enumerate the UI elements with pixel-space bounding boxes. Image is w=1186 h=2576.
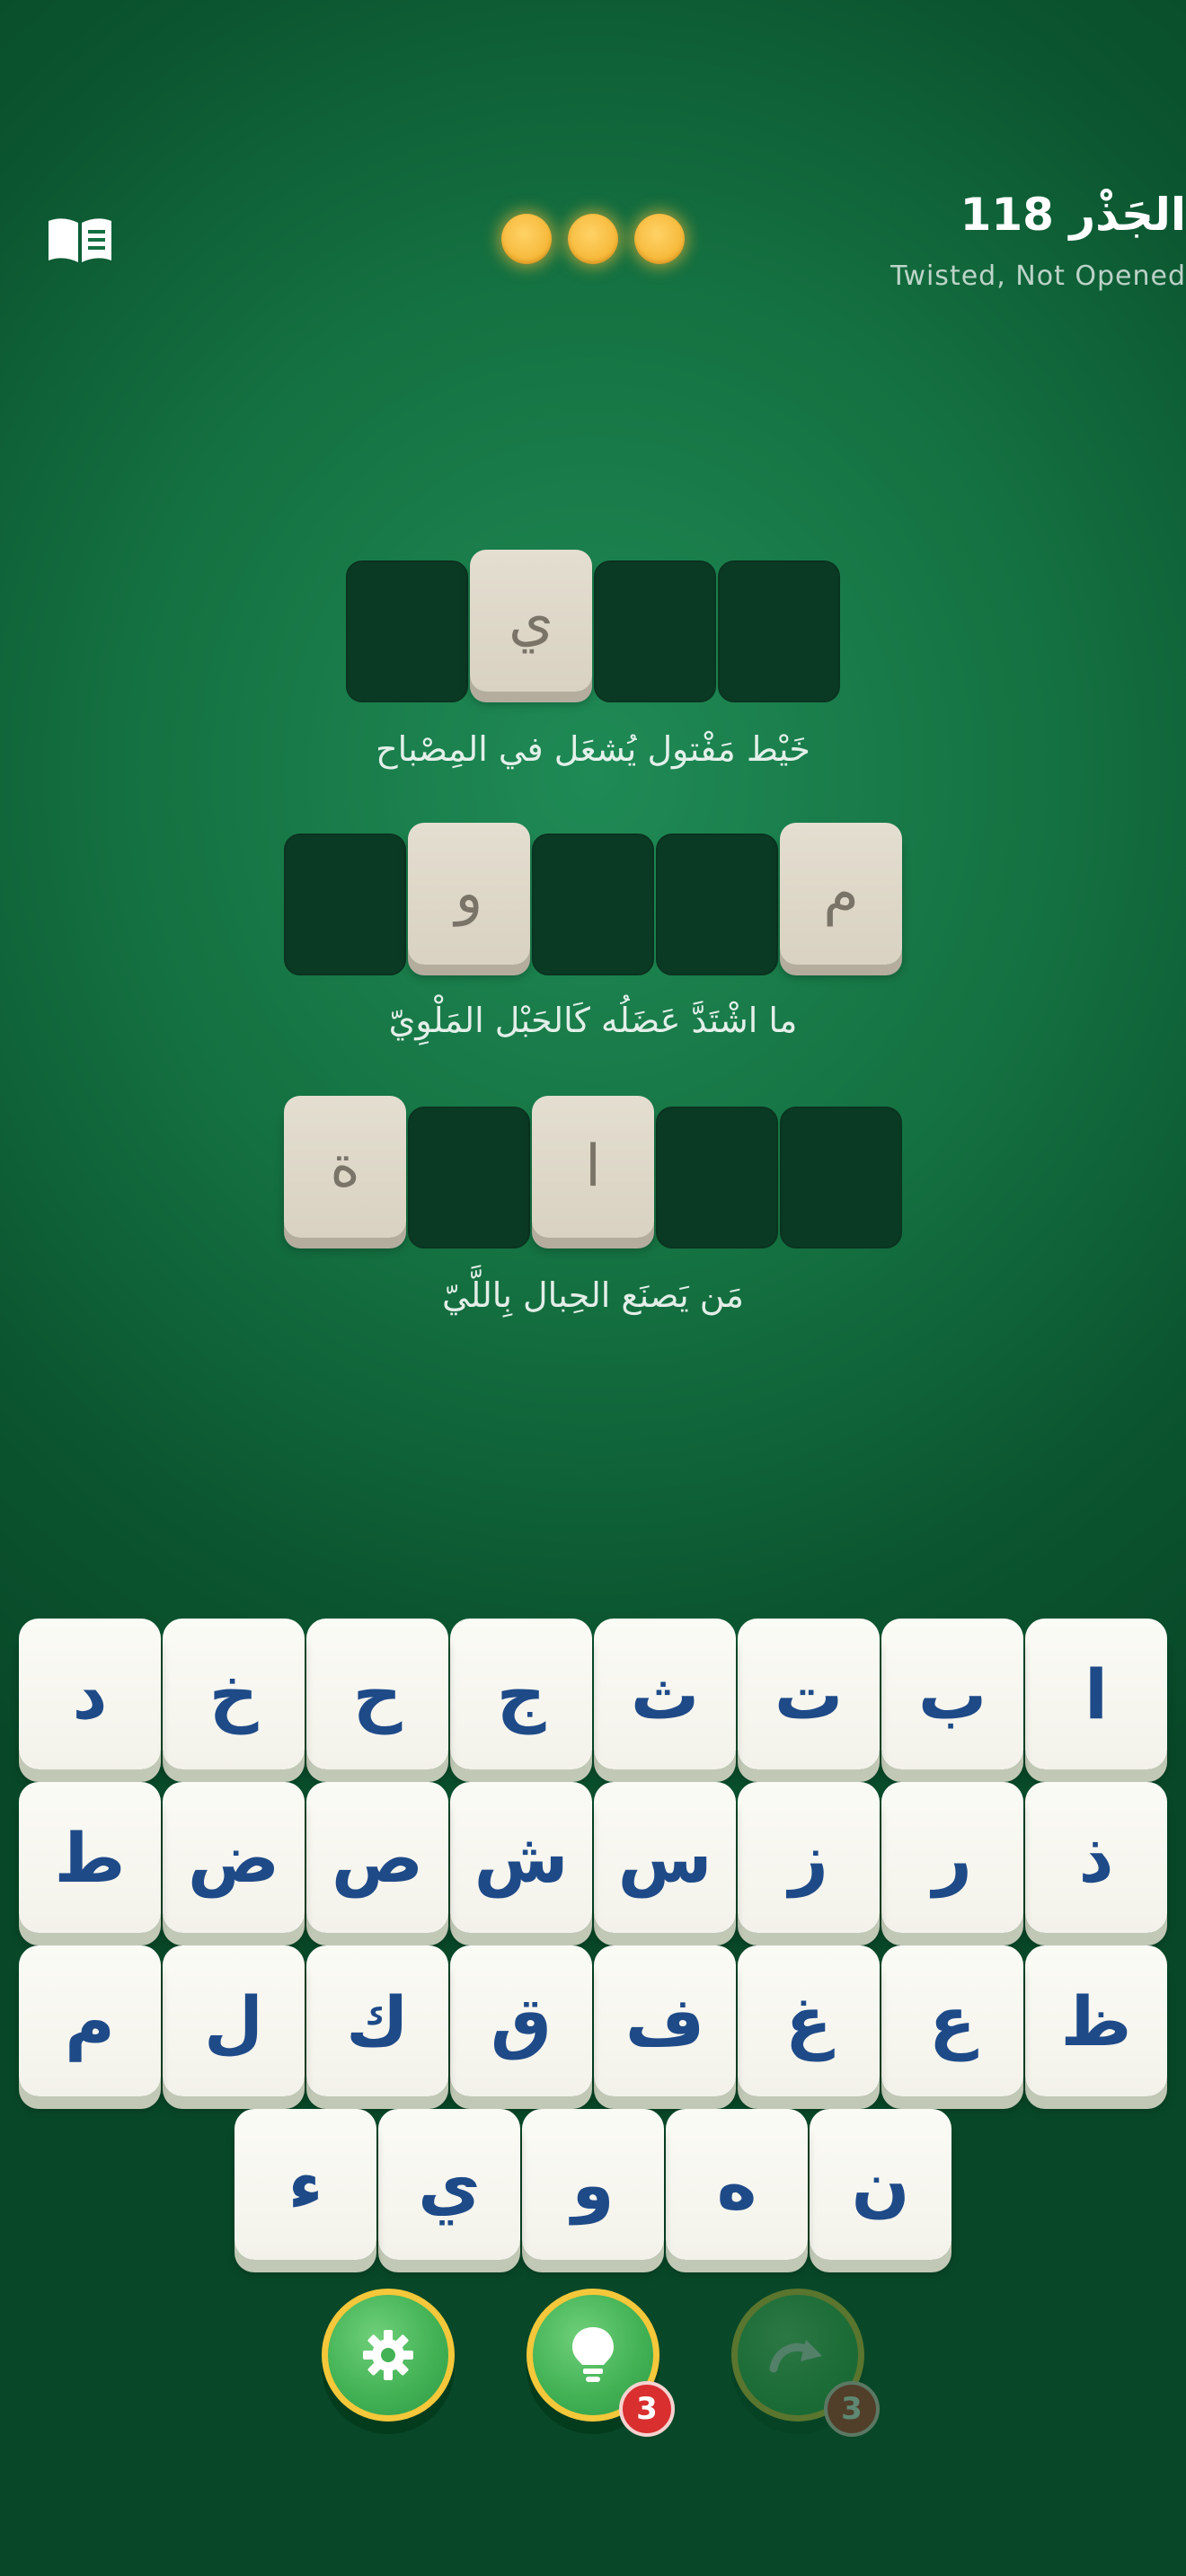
key-zay[interactable]: ز (738, 1782, 880, 1933)
key-shin[interactable]: ش (450, 1782, 592, 1933)
key-ain[interactable]: ع (881, 1945, 1023, 2096)
key-waw[interactable]: و (522, 2109, 664, 2260)
letter-slot[interactable]: ة (284, 1096, 406, 1238)
letter-slot[interactable] (656, 834, 778, 975)
key-dhal[interactable]: ذ (1025, 1782, 1167, 1933)
key-ba[interactable]: ب (881, 1619, 1023, 1769)
keyboard-row-2: ذ ر ز س ش ص ض ط (0, 1782, 1186, 1933)
key-taa[interactable]: ط (19, 1782, 161, 1933)
letter-slot[interactable] (346, 560, 468, 702)
skip-count-badge: 3 (824, 2381, 880, 2437)
key-mim[interactable]: م (19, 1945, 161, 2096)
key-fa[interactable]: ف (594, 1945, 736, 2096)
key-kha[interactable]: خ (163, 1619, 305, 1769)
key-ya[interactable]: ي (378, 2109, 520, 2260)
letter-slot[interactable] (532, 834, 654, 975)
word-row-1: ي (0, 550, 1186, 702)
progress-dot (568, 214, 618, 264)
key-tha[interactable]: ث (594, 1619, 736, 1769)
key-sad[interactable]: ص (306, 1782, 448, 1933)
keyboard-row-1: ا ب ت ث ج ح خ د (0, 1619, 1186, 1769)
key-ta[interactable]: ت (738, 1619, 880, 1769)
key-dad[interactable]: ض (163, 1782, 305, 1933)
settings-button[interactable] (322, 2289, 455, 2422)
word-clue-2: ما اشْتَدَّ عَضَلُه كَالحَبْل المَلْوِيّ (388, 1001, 798, 1040)
word-clue-3: مَن يَصنَع الحِبال بِاللَّيّ (441, 1275, 745, 1315)
keyboard-row-3: ظ ع غ ف ق ك ل م (0, 1945, 1186, 2096)
redo-arrow-icon (769, 2340, 822, 2373)
progress-dot (501, 214, 552, 264)
letter-slot[interactable]: ا (532, 1096, 654, 1238)
lightbulb-icon (572, 2327, 614, 2382)
key-kaf[interactable]: ك (306, 1945, 448, 2096)
key-qaf[interactable]: ق (450, 1945, 592, 2096)
key-ha[interactable]: ح (306, 1619, 448, 1769)
gear-icon (363, 2330, 413, 2380)
key-ha-end[interactable]: ه (666, 2109, 808, 2260)
letter-slot[interactable] (718, 560, 840, 702)
word-clue-1: خَيْط مَفْتول يُشعَل في المِصْباح (376, 729, 810, 769)
progress-dot (634, 214, 685, 264)
hint-count-badge: 3 (619, 2381, 675, 2437)
letter-slot[interactable]: و (408, 823, 530, 965)
key-alif[interactable]: ا (1025, 1619, 1167, 1769)
keyboard-row-4: ن ه و ي ء (0, 2109, 1186, 2260)
letter-slot[interactable] (284, 834, 406, 975)
hint-button[interactable]: 3 (527, 2289, 675, 2437)
skip-button[interactable]: 3 (731, 2289, 880, 2437)
key-jim[interactable]: ج (450, 1619, 592, 1769)
key-zaa[interactable]: ظ (1025, 1945, 1167, 2096)
word-row-2: و م (0, 823, 1186, 975)
letter-slot[interactable] (408, 1107, 530, 1248)
letter-slot[interactable]: م (780, 823, 902, 965)
key-ghain[interactable]: غ (738, 1945, 880, 2096)
letter-slot[interactable]: ي (470, 550, 592, 692)
key-nun[interactable]: ن (810, 2109, 951, 2260)
letter-slot[interactable] (656, 1107, 778, 1248)
word-row-3: ة ا (0, 1096, 1186, 1248)
puzzle-subtitle: Twisted, Not Opened (890, 260, 1186, 292)
key-sin[interactable]: س (594, 1782, 736, 1933)
key-lam[interactable]: ل (163, 1945, 305, 2096)
letter-slot[interactable] (594, 560, 716, 702)
key-ra[interactable]: ر (881, 1782, 1023, 1933)
key-dal[interactable]: د (19, 1619, 161, 1769)
key-hamza[interactable]: ء (235, 2109, 376, 2260)
letter-slot[interactable] (780, 1107, 902, 1248)
puzzle-title: الجَذْر 118 (960, 189, 1186, 241)
